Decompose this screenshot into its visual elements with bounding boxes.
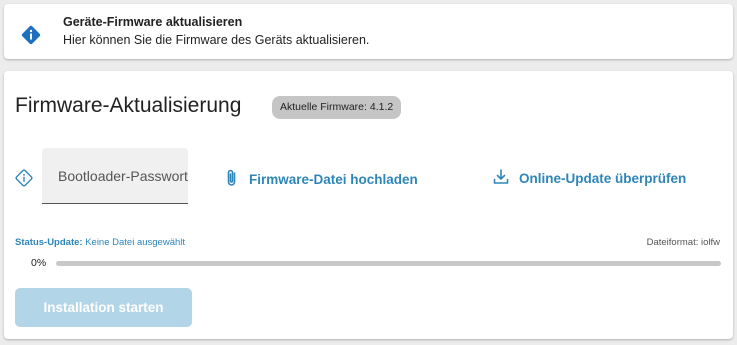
- banner-subtitle: Hier können Sie die Firmware des Geräts …: [63, 33, 370, 47]
- status-label: Status-Update:: [15, 237, 83, 248]
- page-title: Firmware-Aktualisierung: [15, 94, 242, 117]
- online-update-label: Online-Update überprüfen: [519, 171, 687, 186]
- upload-firmware-button[interactable]: Firmware-Datei hochladen: [224, 168, 418, 191]
- progress-percent: 0%: [31, 257, 47, 269]
- start-installation-button[interactable]: Installation starten: [15, 288, 192, 327]
- progress-bar: [56, 261, 721, 266]
- current-firmware-badge: Aktuelle Firmware: 4.1.2: [272, 96, 402, 119]
- password-info-icon[interactable]: [14, 168, 34, 193]
- banner-title: Geräte-Firmware aktualisieren: [63, 15, 243, 29]
- bootloader-password-field[interactable]: [42, 148, 188, 204]
- upload-firmware-label: Firmware-Datei hochladen: [249, 172, 418, 187]
- bootloader-password-input[interactable]: [42, 148, 188, 203]
- info-diamond-icon: [20, 24, 42, 51]
- online-update-button[interactable]: Online-Update überprüfen: [492, 168, 686, 189]
- status-update: Status-Update: Keine Datei ausgewählt: [15, 237, 185, 248]
- info-banner: Geräte-Firmware aktualisieren Hier könne…: [4, 4, 733, 59]
- firmware-update-card: Firmware-Aktualisierung Aktuelle Firmwar…: [4, 71, 733, 339]
- paperclip-icon: [224, 168, 240, 191]
- file-format-text: Dateiformat: iolfw: [646, 237, 720, 248]
- status-value: Keine Datei ausgewählt: [85, 237, 186, 248]
- download-icon: [492, 168, 510, 189]
